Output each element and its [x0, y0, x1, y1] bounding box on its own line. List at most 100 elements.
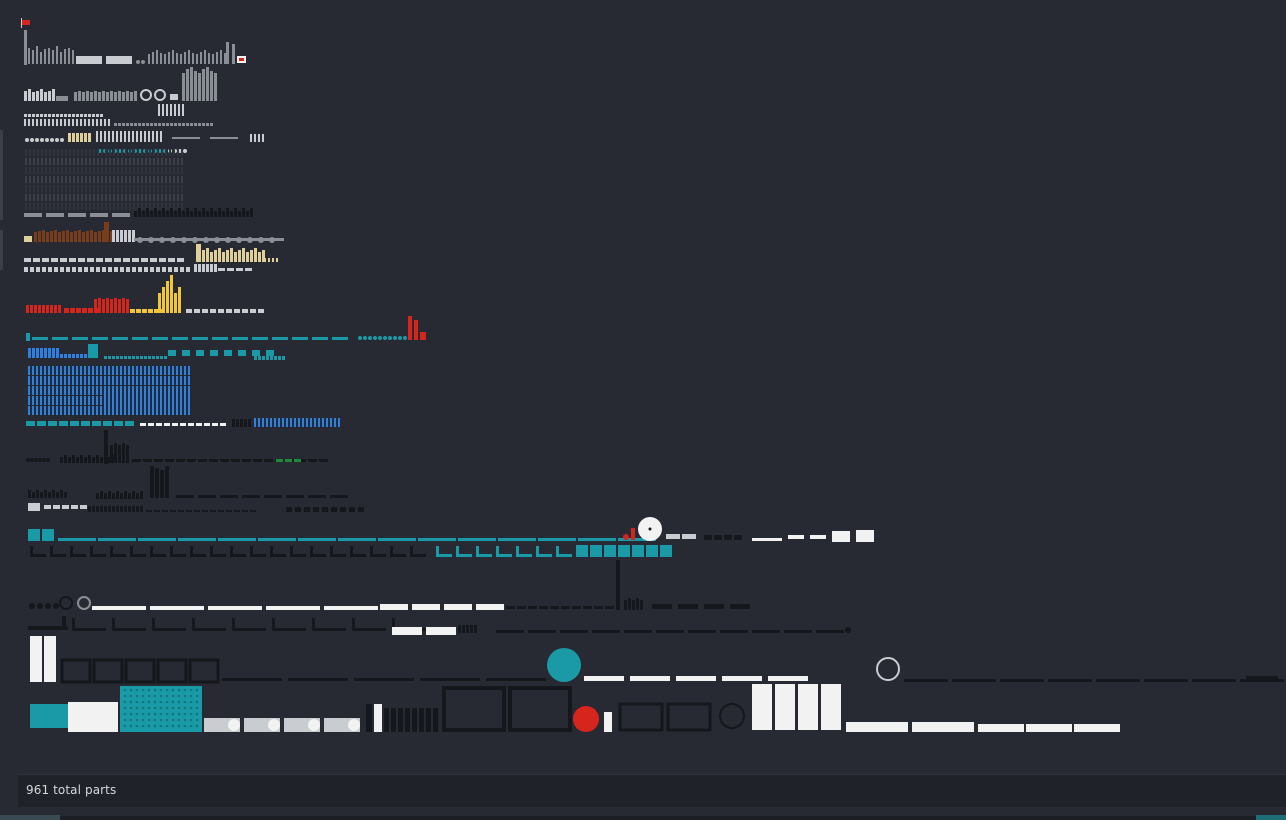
connector-part: [92, 506, 95, 512]
part-thumbnail: [170, 94, 178, 100]
connector-part: [180, 423, 186, 426]
part-thumbnail: [264, 258, 266, 262]
axle-part: [100, 366, 102, 375]
panel-part: [978, 724, 1024, 732]
axle-part: [48, 348, 51, 358]
connector-part: [33, 158, 35, 165]
axle-part: [178, 287, 181, 313]
connector-part: [48, 421, 57, 426]
connector-part: [125, 203, 127, 210]
panel-part: [1074, 724, 1120, 732]
connector-part: [214, 264, 217, 272]
beam-part: [218, 510, 224, 512]
axle-part: [274, 418, 276, 427]
axle-part: [184, 392, 186, 406]
liftarm-part: [412, 604, 440, 610]
connector-part: [66, 267, 70, 272]
part-thumbnail: [142, 309, 147, 313]
beam-part: [330, 495, 348, 498]
connector-part: [77, 167, 79, 174]
connector-part: [98, 92, 101, 101]
axle-part: [286, 418, 288, 427]
frame-part: [188, 658, 220, 684]
pin-part: [210, 123, 213, 126]
pin-part: [56, 114, 59, 117]
axle-part: [124, 392, 126, 406]
connector-part: [137, 194, 139, 201]
axle-part: [156, 50, 158, 64]
pin-part: [262, 134, 264, 142]
axle-part: [64, 49, 66, 64]
beam-part: [578, 538, 616, 541]
axle-part: [88, 406, 90, 415]
frame-part: [62, 660, 92, 682]
axle-part: [120, 376, 122, 385]
connector-part: [117, 158, 119, 165]
connector-part: [125, 421, 134, 426]
connector-part: [65, 149, 67, 156]
connector-part: [117, 149, 119, 156]
connector-part: [30, 267, 34, 272]
connector-part: [96, 455, 99, 463]
parts-viewport[interactable]: [0, 0, 1286, 770]
axle-part: [38, 231, 41, 242]
pin-part: [68, 119, 70, 126]
axle-part: [32, 50, 34, 64]
connector-part: [93, 158, 95, 165]
axle-part: [112, 406, 114, 415]
connector-part: [102, 267, 106, 272]
axle-part: [88, 386, 90, 395]
axle-part: [234, 252, 237, 262]
axle-part: [32, 348, 35, 358]
connector-part: [40, 492, 43, 498]
axle-part: [326, 418, 328, 427]
parts-canvas[interactable]: [0, 0, 1286, 770]
connector-part: [168, 258, 175, 262]
connector-part: [161, 176, 163, 183]
pin-part: [32, 114, 35, 117]
bushing-part: [269, 237, 275, 243]
axle-part: [182, 73, 185, 101]
connector-part: [114, 267, 118, 272]
part-thumbnail: [144, 356, 147, 359]
connector-part: [45, 176, 47, 183]
beam-part: [288, 678, 348, 681]
beam-part: [92, 337, 108, 340]
connector-part: [69, 158, 71, 165]
axle-part: [36, 348, 39, 358]
connector-part: [129, 158, 131, 165]
part-thumbnail: [124, 356, 127, 359]
axle-part: [84, 376, 86, 385]
axle-part: [144, 406, 146, 415]
axle-part: [202, 250, 205, 262]
connector-part: [660, 545, 672, 557]
liftarm-part: [556, 554, 572, 557]
connector-part: [61, 176, 63, 183]
connector-part: [133, 176, 135, 183]
connector-part: [202, 264, 205, 272]
connector-part: [77, 149, 79, 156]
frame-part: [156, 658, 188, 684]
pin-part: [76, 114, 79, 117]
axle-part: [60, 366, 62, 375]
gear-hub: [308, 719, 320, 731]
connector-part: [618, 545, 630, 557]
axle-part: [184, 376, 186, 385]
connector-part: [48, 267, 52, 272]
connector-part: [218, 268, 225, 271]
bushing-part: [60, 138, 64, 142]
axle-part: [100, 406, 102, 415]
axle-part: [254, 248, 257, 262]
connector-part: [122, 92, 125, 101]
connector-part: [113, 176, 115, 183]
connector-part: [181, 176, 183, 183]
axle-part: [156, 406, 158, 415]
connector-part: [186, 267, 190, 272]
connector-part: [108, 491, 111, 499]
connector-part: [85, 203, 87, 210]
connector-part: [466, 625, 469, 633]
connector-part: [41, 185, 43, 192]
pin-part: [24, 119, 26, 126]
connector-part: [134, 91, 137, 101]
connector-part: [173, 149, 175, 156]
